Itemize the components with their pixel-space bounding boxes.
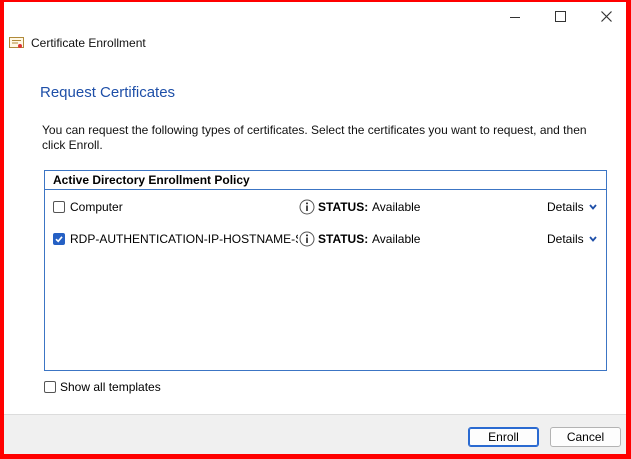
certificate-row-computer: Computer STATUS: Available Details: [45, 198, 606, 216]
show-all-templates-label: Show all templates: [60, 380, 161, 394]
dialog-footer: Enroll Cancel: [4, 414, 626, 454]
page-description: You can request the following types of c…: [42, 123, 587, 152]
status-value: Available: [372, 200, 421, 214]
close-icon: [600, 10, 612, 22]
certificate-icon: [9, 36, 24, 48]
window-title-bar: Certificate Enrollment: [9, 36, 146, 50]
certificate-row-rdp: RDP-AUTHENTICATION-IP-HOSTNAME-SS STATUS…: [45, 230, 606, 248]
chevron-down-icon: [589, 204, 597, 210]
maximize-button[interactable]: [540, 6, 580, 26]
details-label: Details: [547, 200, 584, 214]
rdp-checkbox[interactable]: [53, 233, 65, 245]
close-button[interactable]: [586, 6, 626, 26]
show-all-templates-option[interactable]: Show all templates: [44, 380, 161, 394]
minimize-icon: [510, 16, 520, 18]
certificate-name: RDP-AUTHENTICATION-IP-HOSTNAME-SS: [70, 232, 298, 246]
certificate-enrollment-window: Certificate Enrollment Request Certifica…: [4, 2, 626, 454]
checkmark-icon: [55, 236, 63, 243]
info-icon: [299, 231, 315, 247]
minimize-button[interactable]: [495, 6, 535, 26]
show-all-templates-checkbox[interactable]: [44, 381, 56, 393]
computer-checkbox[interactable]: [53, 201, 65, 213]
page-heading: Request Certificates: [40, 84, 176, 101]
maximize-icon: [554, 10, 566, 22]
chevron-down-icon: [589, 236, 597, 242]
details-toggle[interactable]: Details: [547, 200, 597, 214]
window-title: Certificate Enrollment: [31, 36, 146, 50]
status-label: STATUS:: [318, 232, 369, 246]
cancel-button[interactable]: Cancel: [550, 427, 621, 447]
info-icon: [299, 199, 315, 215]
status-label: STATUS:: [318, 200, 369, 214]
enroll-button[interactable]: Enroll: [468, 427, 539, 447]
status-value: Available: [372, 232, 421, 246]
enrollment-policy-panel: Active Directory Enrollment Policy Compu…: [44, 170, 607, 371]
certificate-name: Computer: [70, 200, 123, 214]
details-label: Details: [547, 232, 584, 246]
policy-header: Active Directory Enrollment Policy: [45, 171, 606, 190]
details-toggle[interactable]: Details: [547, 232, 597, 246]
